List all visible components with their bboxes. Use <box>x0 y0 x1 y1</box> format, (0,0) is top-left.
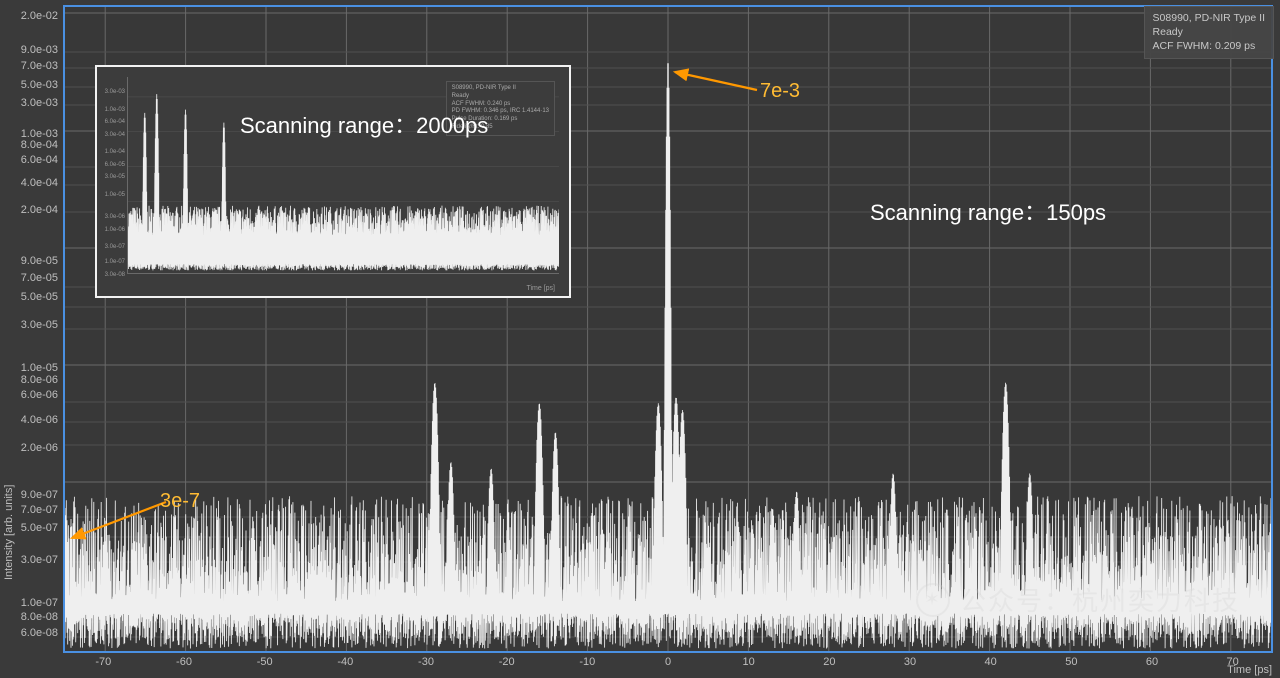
status-device: S08990, PD-NIR Type II <box>1153 11 1265 25</box>
inset-y-tick: 3.0e-03 <box>105 89 125 95</box>
watermark: ✶ 公众号：杭州奕力科技 <box>916 581 1240 618</box>
y-tick: 5.0e-05 <box>21 291 58 303</box>
x-tick: 10 <box>743 656 755 668</box>
x-tick: 60 <box>1146 656 1158 668</box>
y-tick: 5.0e-03 <box>21 79 58 91</box>
annotation-floor: 3e-7 <box>160 490 200 513</box>
x-tick: 40 <box>985 656 997 668</box>
x-axis-label: Time [ps] <box>1227 664 1272 676</box>
annotation-inset-range: Scanning range：2000ps <box>240 108 488 140</box>
y-tick: 3.0e-07 <box>21 554 58 566</box>
x-tick: -40 <box>337 656 353 668</box>
inset-y-tick: 3.0e-06 <box>105 214 125 220</box>
x-tick: -20 <box>499 656 515 668</box>
y-tick: 7.0e-07 <box>21 504 58 516</box>
annotation-main-range: Scanning range：150ps <box>870 195 1106 227</box>
y-axis-label: Intensity [arb. units] <box>3 485 15 580</box>
inset-y-tick: 1.0e-03 <box>105 107 125 113</box>
inset-y-tick: 3.0e-08 <box>105 272 125 278</box>
inset-x-label: Time [ps] <box>526 285 555 292</box>
y-tick: 6.0e-08 <box>21 627 58 639</box>
y-tick: 6.0e-04 <box>21 154 58 166</box>
status-state: Ready <box>1153 25 1265 39</box>
y-tick: 4.0e-04 <box>21 177 58 189</box>
inset-y-tick: 3.0e-05 <box>105 174 125 180</box>
x-tick: -70 <box>95 656 111 668</box>
y-tick: 2.0e-06 <box>21 442 58 454</box>
x-tick: -10 <box>579 656 595 668</box>
watermark-text: 公众号：杭州奕力科技 <box>960 581 1240 618</box>
x-tick: -50 <box>257 656 273 668</box>
y-tick: 9.0e-05 <box>21 255 58 267</box>
y-tick: 7.0e-03 <box>21 60 58 72</box>
y-tick: 8.0e-04 <box>21 139 58 151</box>
y-tick: 3.0e-05 <box>21 319 58 331</box>
inset-y-tick: 6.0e-05 <box>105 162 125 168</box>
y-tick: 4.0e-06 <box>21 414 58 426</box>
inset-y-tick: 1.0e-04 <box>105 149 125 155</box>
status-acf: ACF FWHM: 0.209 ps <box>1153 39 1265 53</box>
chart-root: 2.0e-02 9.0e-03 7.0e-03 5.0e-03 3.0e-03 1.0e-… <box>0 0 1280 678</box>
y-tick: 8.0e-06 <box>21 374 58 386</box>
inset-y-tick: 1.0e-05 <box>105 192 125 198</box>
y-tick: 7.0e-05 <box>21 272 58 284</box>
wechat-icon: ✶ <box>916 583 950 617</box>
x-tick: 50 <box>1065 656 1077 668</box>
y-tick: 9.0e-07 <box>21 489 58 501</box>
y-tick: 2.0e-02 <box>21 10 58 22</box>
y-tick: 9.0e-03 <box>21 44 58 56</box>
status-box: S08990, PD-NIR Type II Ready ACF FWHM: 0… <box>1144 6 1274 59</box>
inset-y-tick: 3.0e-04 <box>105 132 125 138</box>
x-tick: -30 <box>418 656 434 668</box>
y-tick: 1.0e-05 <box>21 362 58 374</box>
inset-y-tick: 1.0e-07 <box>105 259 125 265</box>
x-tick: 0 <box>665 656 671 668</box>
y-tick: 2.0e-04 <box>21 204 58 216</box>
inset-status-line: Ready <box>452 93 549 101</box>
y-tick: 6.0e-06 <box>21 389 58 401</box>
inset-y-tick: 6.0e-04 <box>105 119 125 125</box>
x-tick: 20 <box>823 656 835 668</box>
y-tick: 5.0e-07 <box>21 522 58 534</box>
y-tick: 3.0e-03 <box>21 97 58 109</box>
inset-y-tick: 1.0e-06 <box>105 227 125 233</box>
annotation-peak: 7e-3 <box>760 80 800 103</box>
x-tick: 30 <box>904 656 916 668</box>
x-tick: -60 <box>176 656 192 668</box>
y-tick: 8.0e-08 <box>21 611 58 623</box>
inset-status-line: S08990, PD-NIR Type II <box>452 85 549 93</box>
inset-y-tick: 3.0e-07 <box>105 244 125 250</box>
y-tick: 1.0e-07 <box>21 597 58 609</box>
inset-plot: 3.0e-03 1.0e-03 6.0e-04 3.0e-04 1.0e-04 6.0e-… <box>95 65 571 298</box>
